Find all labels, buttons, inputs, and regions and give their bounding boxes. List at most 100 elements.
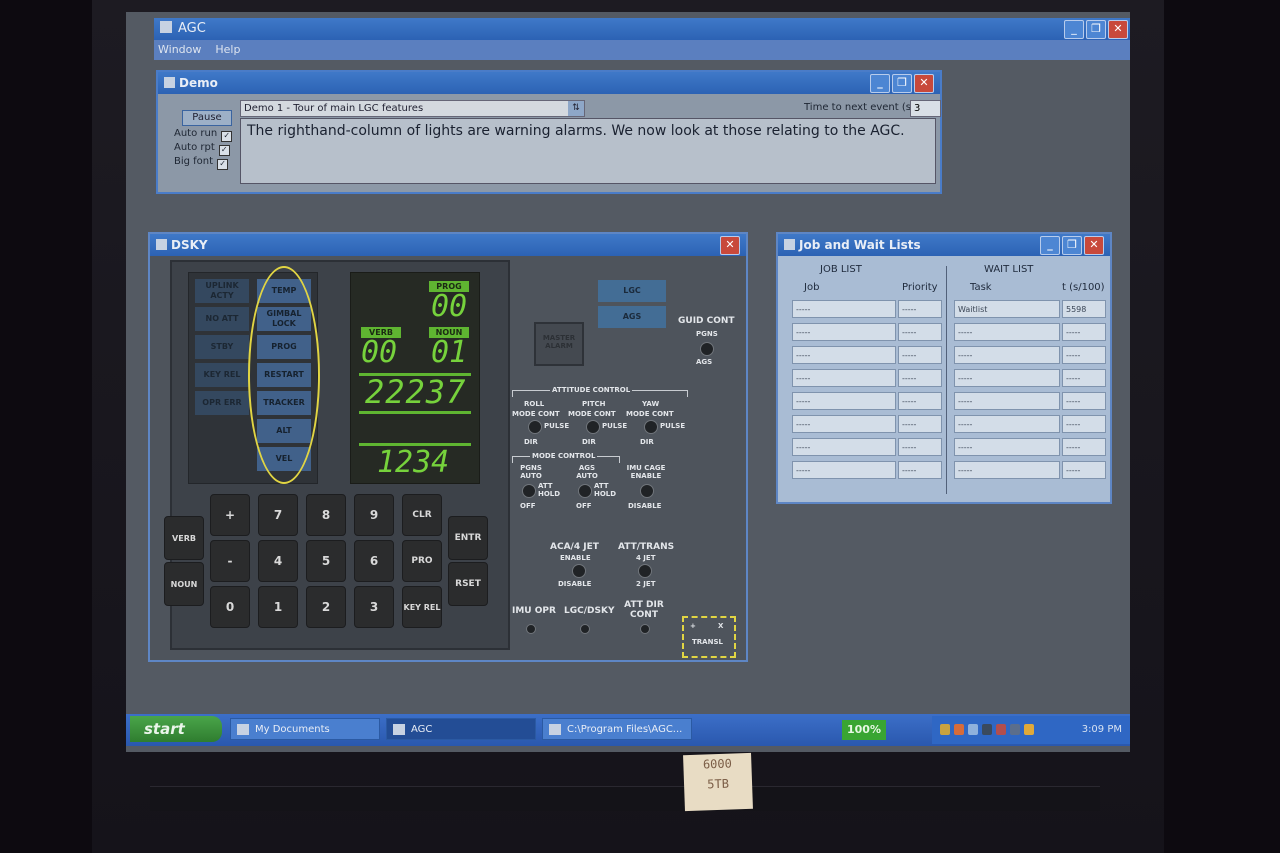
imu-opr-label: IMU OPR	[512, 606, 556, 616]
ags-button[interactable]: AGS	[598, 306, 666, 328]
roll-label: ROLL	[524, 400, 545, 408]
task-my-documents[interactable]: My Documents	[230, 718, 380, 740]
att-trans-switch[interactable]	[638, 564, 652, 578]
job-cell: -----	[792, 323, 896, 341]
key-entr[interactable]: ENTR	[448, 516, 488, 560]
aca-jet-switch[interactable]	[572, 564, 586, 578]
key-7[interactable]: 7	[258, 494, 298, 536]
key-plus[interactable]: +	[210, 494, 250, 536]
ags-auto-label: AGS AUTO	[576, 464, 598, 480]
pitch-switch[interactable]	[586, 420, 600, 434]
job-window-icon	[784, 239, 795, 250]
job-close-button[interactable]: ✕	[1084, 236, 1104, 255]
dsky-close-button[interactable]: ✕	[720, 236, 740, 255]
shield-icon[interactable]	[1024, 724, 1034, 735]
checkmark-icon: ✓	[221, 131, 233, 142]
task-command-prompt[interactable]: C:\Program Files\AGC...	[542, 718, 692, 740]
guid-cont-label: GUID CONT	[678, 316, 735, 326]
t-cell: -----	[1062, 323, 1106, 341]
priority-cell: -----	[898, 300, 942, 318]
display-separator	[359, 411, 471, 414]
key-noun[interactable]: NOUN	[164, 562, 204, 606]
menu-window[interactable]: Window	[158, 43, 201, 56]
key-key-rel[interactable]: KEY REL	[402, 586, 442, 628]
tray-icon-4[interactable]	[982, 724, 992, 735]
key-5[interactable]: 5	[306, 540, 346, 582]
task-cell: -----	[954, 392, 1060, 410]
transl-control[interactable]: + X TRANSL	[682, 616, 736, 658]
menu-help[interactable]: Help	[215, 43, 240, 56]
tray-icon-1[interactable]	[940, 724, 950, 735]
control-panel: LGC AGS MASTER ALARM GUID CONT PGNS AGS …	[510, 260, 736, 658]
lgc-button[interactable]: LGC	[598, 280, 666, 302]
dropdown-arrow-icon[interactable]: ⇅	[568, 101, 584, 116]
dsky-display: PROG 00 VERB NOUN 00 01 22237 1234	[350, 272, 480, 484]
guid-cont-switch[interactable]	[700, 342, 714, 356]
transl-x-label: X	[718, 622, 724, 630]
dsky-window: DSKY ✕ UPLINK ACTY NO ATT STBY KEY REL O…	[148, 232, 748, 662]
key-0[interactable]: 0	[210, 586, 250, 628]
job-maximize-button[interactable]: ❐	[1062, 236, 1082, 255]
aca-jet-label: ACA/4 JET	[550, 542, 599, 552]
key-4[interactable]: 4	[258, 540, 298, 582]
demo-minimize-button[interactable]: _	[870, 74, 890, 93]
tray-icon-2[interactable]	[954, 724, 964, 735]
col-task: Task	[970, 282, 992, 293]
wait-list-header: WAIT LIST	[984, 264, 1034, 275]
time-next-field[interactable]: 3	[910, 100, 941, 117]
key-6[interactable]: 6	[354, 540, 394, 582]
pause-button[interactable]: Pause	[182, 110, 232, 126]
attitude-control-label: ATTITUDE CONTROL	[550, 386, 633, 394]
key-pro[interactable]: PRO	[402, 540, 442, 582]
key-rset[interactable]: RSET	[448, 562, 488, 606]
minimize-button[interactable]: _	[1064, 20, 1084, 39]
aca-enable-label: ENABLE	[560, 554, 591, 562]
four-jet-label: 4 JET	[636, 554, 656, 562]
tray-icon-6[interactable]	[1010, 724, 1020, 735]
pgns-mode-switch[interactable]	[522, 484, 536, 498]
battery-indicator[interactable]: 100%	[842, 720, 886, 740]
tray-icon-5[interactable]	[996, 724, 1006, 735]
lamp-opr-err: OPR ERR	[195, 391, 249, 415]
console-icon	[549, 724, 561, 735]
key-1[interactable]: 1	[258, 586, 298, 628]
register-3: 1234	[377, 445, 450, 480]
key-verb[interactable]: VERB	[164, 516, 204, 560]
key-2[interactable]: 2	[306, 586, 346, 628]
pitch-label: PITCH	[582, 400, 606, 408]
tray-icon-3[interactable]	[968, 724, 978, 735]
demo-maximize-button[interactable]: ❐	[892, 74, 912, 93]
close-button[interactable]: ✕	[1108, 20, 1128, 39]
start-button[interactable]: start	[130, 716, 222, 742]
task-agc[interactable]: AGC	[386, 718, 536, 740]
yaw-pulse-label: PULSE	[660, 422, 686, 430]
task-command-prompt-label: C:\Program Files\AGC...	[567, 724, 683, 735]
lamp-stby: STBY	[195, 335, 249, 359]
demo-select[interactable]: Demo 1 - Tour of main LGC features ⇅	[240, 100, 585, 117]
key-9[interactable]: 9	[354, 494, 394, 536]
col-job: Job	[804, 282, 820, 293]
key-minus[interactable]: -	[210, 540, 250, 582]
dsky-titlebar[interactable]: DSKY ✕	[150, 234, 746, 256]
demo-close-button[interactable]: ✕	[914, 74, 934, 93]
key-8[interactable]: 8	[306, 494, 346, 536]
narration-text: The righthand-column of lights are warni…	[240, 118, 936, 184]
job-minimize-button[interactable]: _	[1040, 236, 1060, 255]
auto-rpt-checkbox[interactable]: Auto rpt ✓	[174, 142, 230, 156]
demo-titlebar[interactable]: Demo _ ❐ ✕	[158, 72, 940, 94]
ags-mode-switch[interactable]	[578, 484, 592, 498]
key-3[interactable]: 3	[354, 586, 394, 628]
task-cell: -----	[954, 461, 1060, 479]
agc-window-titlebar[interactable]: AGC _ ❐ ✕	[154, 18, 1130, 40]
imu-cage-switch[interactable]	[640, 484, 654, 498]
key-clr[interactable]: CLR	[402, 494, 442, 536]
big-font-checkbox[interactable]: Big font ✓	[174, 156, 229, 170]
pitch-pulse-label: PULSE	[602, 422, 628, 430]
auto-run-checkbox[interactable]: Auto run ✓	[174, 128, 233, 142]
job-wait-titlebar[interactable]: Job and Wait Lists _ ❐ ✕	[778, 234, 1110, 256]
priority-cell: -----	[898, 438, 942, 456]
roll-switch[interactable]	[528, 420, 542, 434]
master-alarm-button[interactable]: MASTER ALARM	[534, 322, 584, 366]
maximize-button[interactable]: ❐	[1086, 20, 1106, 39]
yaw-switch[interactable]	[644, 420, 658, 434]
